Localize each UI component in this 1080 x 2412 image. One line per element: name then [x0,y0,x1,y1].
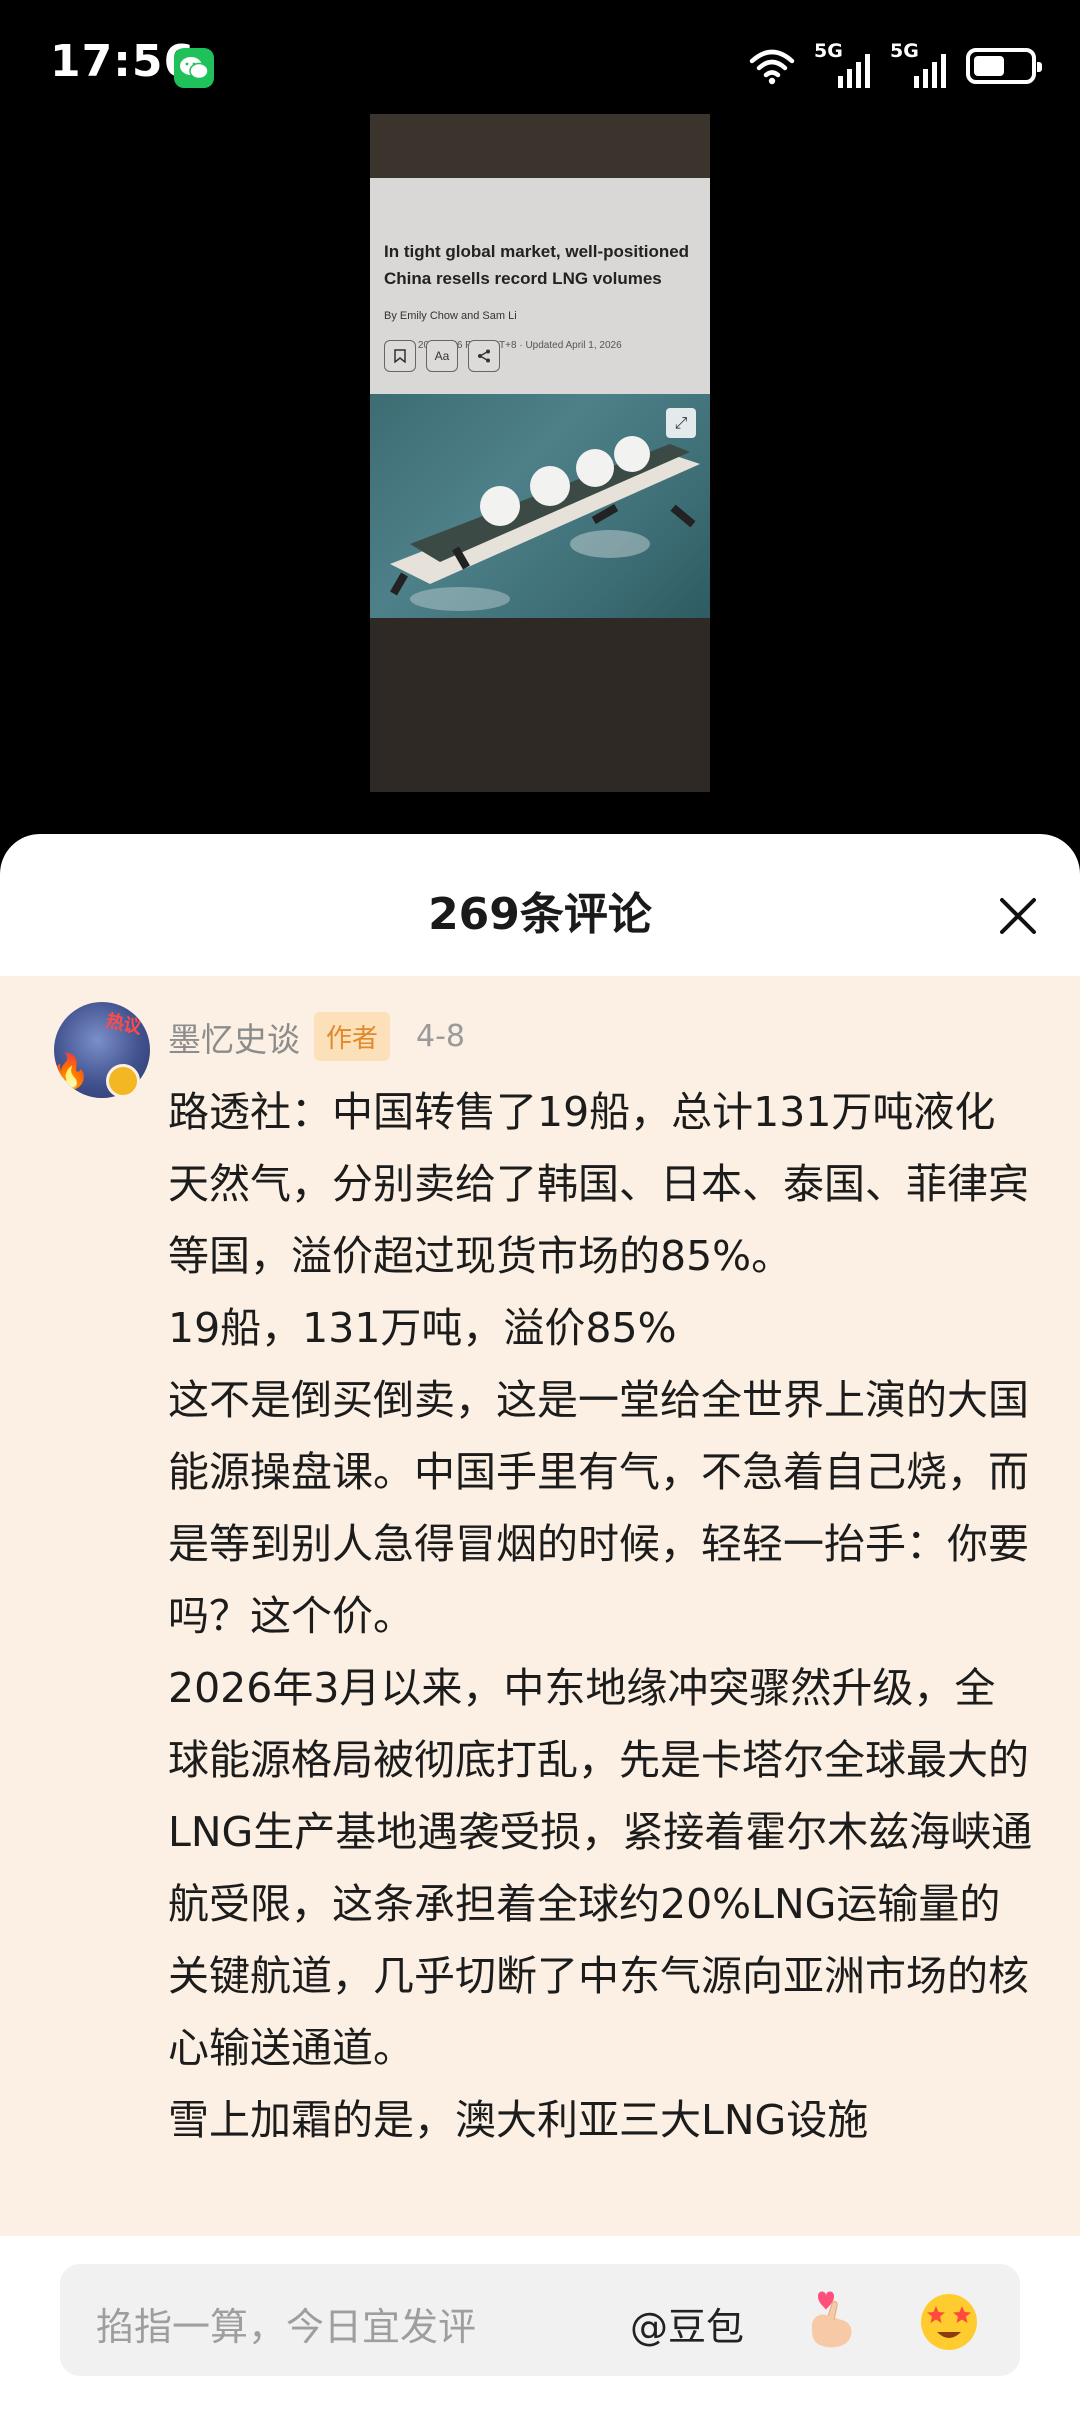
sheet-header: 269条评论 [0,834,1080,976]
bookmark-icon [384,340,416,372]
lng-ship-photo: ⤢ [370,394,710,618]
wechat-icon [174,48,214,88]
preview-headline: In tight global market, well-positioned … [384,242,690,288]
comment-paragraph: 这不是倒买倒卖，这是一堂给全世界上演的大国能源操盘课。中国手里有气，不急着自己烧… [168,1376,1029,1640]
comment-input-placeholder: 掐指一算，今日宜发评 [96,2305,477,2349]
comment-item: 热议 🔥 墨忆史谈 作者 4-8 路透社：中国转售了19船，总计131万吨液化天… [0,976,1080,2236]
font-size-button: Aa [426,340,458,372]
comment-username[interactable]: 墨忆史谈 [168,1013,300,1061]
comment-paragraph: 2026年3月以来，中东地缘冲突骤然升级，全球能源格局被彻底打乱，先是卡塔尔全球… [168,1664,1033,2072]
star-eyes-emoji-icon[interactable] [914,2286,984,2356]
preview-byline: By Emily Chow and Sam Li [384,310,517,322]
close-icon[interactable] [994,892,1042,940]
wifi-icon [748,47,796,85]
mention-doubao-button[interactable]: @豆包 [630,2296,744,2351]
battery-icon [966,48,1042,84]
preview-toolbar: Aa [384,340,500,372]
status-bar: 17:56 5G 5G [0,0,1080,130]
comment-input-bar: 掐指一算，今日宜发评 @豆包 [0,2236,1080,2412]
comment-input[interactable]: 掐指一算，今日宜发评 @豆包 [60,2264,1020,2376]
cellular-signal-icon-2: 5G [890,40,948,88]
share-icon [468,340,500,372]
comment-sheet: 269条评论 热议 🔥 墨忆史谈 作者 4-8 路透社：中国转售了19船，总计1… [0,834,1080,2412]
comment-meta: 墨忆史谈 作者 4-8 [168,1012,465,1061]
comment-paragraph: 19船，131万吨，溢价85% [168,1304,677,1352]
expand-icon: ⤢ [666,408,696,438]
comment-date: 4-8 [416,1019,466,1054]
comment-paragraph: 雪上加霜的是，澳大利亚三大LNG设施 [168,2096,869,2144]
comment-body[interactable]: 路透社：中国转售了19船，总计131万吨液化天然气，分别卖给了韩国、日本、泰国、… [168,1076,1036,2156]
comment-paragraph: 路透社：中国转售了19船，总计131万吨液化天然气，分别卖给了韩国、日本、泰国、… [168,1088,1029,1280]
author-badge: 作者 [314,1012,391,1061]
article-preview-image[interactable]: In tight global market, well-positioned … [370,114,710,792]
comment-count-title: 269条评论 [428,889,652,940]
level-badge-icon [106,1064,140,1098]
fire-icon: 🔥 [54,1052,91,1092]
finger-heart-icon[interactable] [798,2286,868,2356]
cellular-signal-icon: 5G [814,40,872,88]
